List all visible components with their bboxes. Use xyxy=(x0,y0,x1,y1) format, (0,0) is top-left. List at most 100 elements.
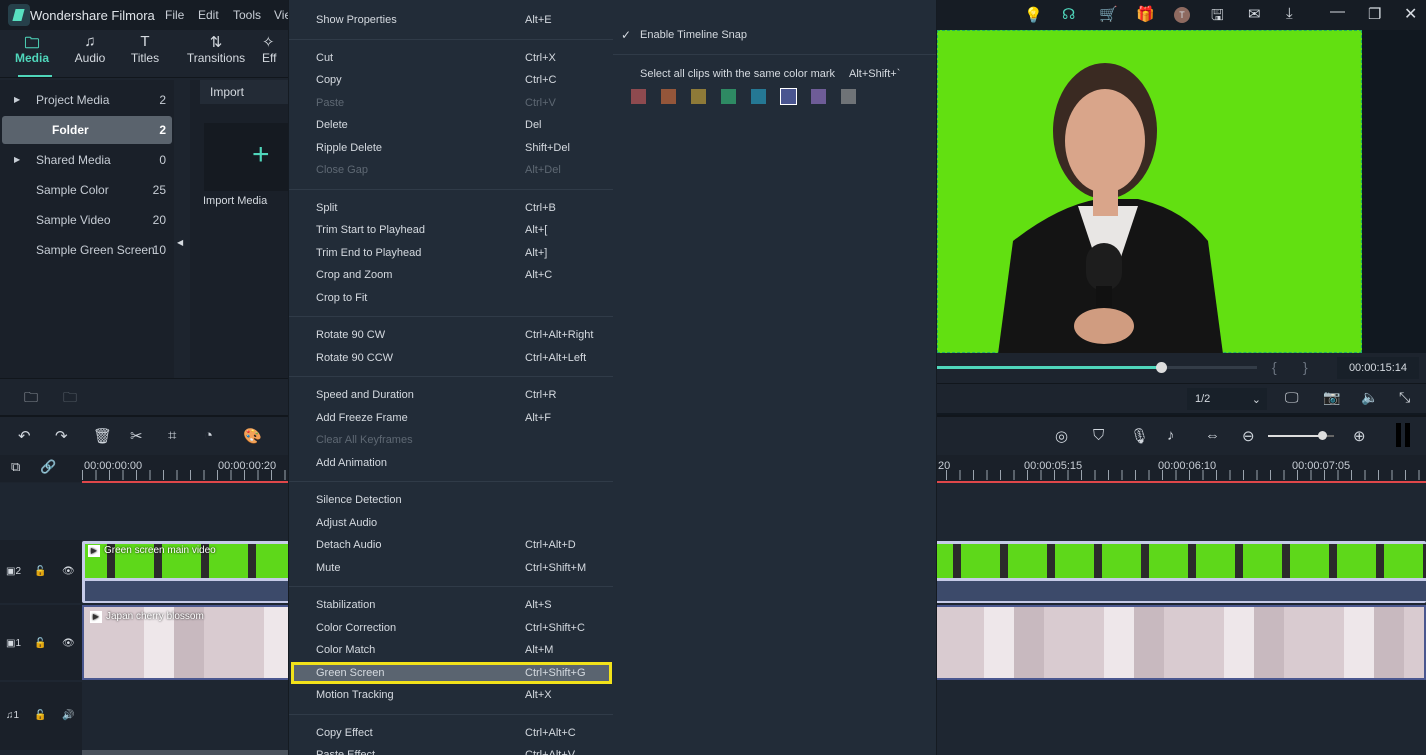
voiceover-list-icon[interactable]: ♪ xyxy=(1167,427,1175,444)
color-palette-icon[interactable]: 🎨 xyxy=(243,427,262,445)
fit-timeline-icon[interactable]: ⇔ xyxy=(1205,427,1220,444)
menu-item-delete[interactable]: Delete Del xyxy=(289,114,614,137)
sidebar-item-sample-green-screen[interactable]: Sample Green Screen 10 xyxy=(2,236,172,264)
pause-icon[interactable] xyxy=(1396,423,1410,447)
menu-item-silence-detection[interactable]: Silence Detection xyxy=(289,489,614,512)
headset-icon[interactable]: ☊ xyxy=(1062,5,1075,23)
menu-item-ripple-delete[interactable]: Ripple Delete Shift+Del xyxy=(289,137,614,160)
save-icon[interactable]: 🖫 xyxy=(1211,5,1224,30)
eye-icon[interactable]: 👁 xyxy=(62,566,75,577)
sidebar-item-sample-color[interactable]: Sample Color 25 xyxy=(2,176,172,204)
color-swatch[interactable] xyxy=(811,89,826,104)
crop-icon[interactable]: ⌗ xyxy=(168,427,176,444)
lightbulb-icon[interactable]: 💡 xyxy=(1024,6,1043,24)
menu-item-show-properties[interactable]: Show Properties Alt+E xyxy=(289,9,614,32)
playhead-handle[interactable] xyxy=(1156,362,1167,373)
menu-item-detach-audio[interactable]: Detach Audio Ctrl+Alt+D xyxy=(289,534,614,557)
restore-icon[interactable]: ❐ xyxy=(1368,5,1381,23)
download-icon[interactable]: ⤓ xyxy=(1286,5,1293,22)
tab-media[interactable]: 🗀 Media xyxy=(2,30,62,78)
menu-file[interactable]: File xyxy=(165,8,184,22)
menu-item-mute[interactable]: Mute Ctrl+Shift+M xyxy=(289,557,614,580)
menu-item-motion-tracking[interactable]: Motion Tracking Alt+X xyxy=(289,684,614,707)
menu-item-crop-to-fit[interactable]: Crop to Fit xyxy=(289,287,614,310)
sidebar-item-folder[interactable]: Folder 2 xyxy=(2,116,172,144)
menu-item-trim-start-to-playhead[interactable]: Trim Start to Playhead Alt+[ xyxy=(289,219,614,242)
volume-icon[interactable]: 🔈 xyxy=(1361,389,1378,406)
color-swatch[interactable] xyxy=(751,89,766,104)
marker-icon[interactable]: ⛉ xyxy=(1093,427,1104,444)
menu-tools[interactable]: Tools xyxy=(233,8,261,22)
menu-item-split[interactable]: Split Ctrl+B xyxy=(289,197,614,220)
speed-icon[interactable]: ◔ xyxy=(204,427,213,444)
cart-icon[interactable]: 🛒 xyxy=(1099,5,1118,23)
menu-item-add-freeze-frame[interactable]: Add Freeze Frame Alt+F xyxy=(289,407,614,430)
menu-item-speed-and-duration[interactable]: Speed and Duration Ctrl+R xyxy=(289,384,614,407)
add-track-icon[interactable]: ⧉ xyxy=(11,459,20,475)
color-swatch[interactable] xyxy=(721,89,736,104)
enable-timeline-snap[interactable]: Enable Timeline Snap xyxy=(640,29,747,41)
menu-item-rotate-90-cw[interactable]: Rotate 90 CW Ctrl+Alt+Right xyxy=(289,324,614,347)
menu-item-crop-and-zoom[interactable]: Crop and Zoom Alt+C xyxy=(289,264,614,287)
render-icon[interactable]: ◎ xyxy=(1055,427,1068,445)
menu-item-adjust-audio[interactable]: Adjust Audio xyxy=(289,512,614,535)
microphone-icon[interactable]: 🎙 xyxy=(1130,427,1149,445)
menu-item-copy-effect[interactable]: Copy Effect Ctrl+Alt+C xyxy=(289,722,614,745)
redo-icon[interactable]: ↷ xyxy=(55,427,68,445)
sidebar-item-sample-video[interactable]: Sample Video 20 xyxy=(2,206,172,234)
tab-audio[interactable]: ♫ Audio xyxy=(60,30,120,78)
menu-item-paste[interactable]: Paste Ctrl+V xyxy=(289,92,614,115)
menu-item-stabilization[interactable]: Stabilization Alt+S xyxy=(289,594,614,617)
link-icon[interactable]: 🔗 xyxy=(40,459,56,475)
display-icon[interactable]: 🖵 xyxy=(1285,389,1299,406)
sidebar-item-project-media[interactable]: ▶ Project Media 2 xyxy=(2,86,172,114)
lock-icon[interactable]: 🔓 xyxy=(34,710,46,721)
menu-item-green-screen[interactable]: Green Screen Ctrl+Shift+G xyxy=(291,661,612,684)
delete-icon[interactable]: 🗑 xyxy=(93,427,112,445)
menu-item-cut[interactable]: Cut Ctrl+X xyxy=(289,47,614,70)
speaker-icon[interactable]: 🔊 xyxy=(62,710,74,721)
new-folder-icon[interactable]: 🗀 xyxy=(24,387,38,411)
timeline-scrollbar[interactable] xyxy=(82,750,292,755)
camera-icon[interactable]: 📷 xyxy=(1323,389,1340,406)
gift-icon[interactable]: 🎁 xyxy=(1136,5,1155,23)
menu-item-copy[interactable]: Copy Ctrl+C xyxy=(289,69,614,92)
import-dropdown[interactable]: Import xyxy=(200,80,292,104)
lock-icon[interactable]: 🔓 xyxy=(34,566,46,577)
menu-item-color-correction[interactable]: Color Correction Ctrl+Shift+C xyxy=(289,617,614,640)
tab-titles[interactable]: T Titles xyxy=(115,30,175,78)
sidebar-item-shared-media[interactable]: ▶ Shared Media 0 xyxy=(2,146,172,174)
color-swatch[interactable] xyxy=(841,89,856,104)
expand-icon[interactable]: ▶ xyxy=(14,146,20,174)
menu-item-add-animation[interactable]: Add Animation xyxy=(289,452,614,475)
scissors-icon[interactable]: ✂ xyxy=(130,427,143,445)
collapse-sidebar-icon[interactable]: ◀ xyxy=(177,238,183,247)
color-swatch[interactable] xyxy=(631,89,646,104)
zoom-out-icon[interactable]: ⊖ xyxy=(1242,427,1255,445)
menu-item-rotate-90-ccw[interactable]: Rotate 90 CCW Ctrl+Alt+Left xyxy=(289,347,614,370)
mark-out-icon[interactable]: } xyxy=(1303,359,1308,375)
import-media-tile[interactable] xyxy=(204,123,294,191)
expand-icon[interactable]: ▶ xyxy=(14,86,20,114)
avatar[interactable]: T xyxy=(1174,7,1190,23)
tab-transitions[interactable]: ⇅ Transitions xyxy=(180,30,252,78)
zoom-slider-handle[interactable] xyxy=(1318,431,1328,440)
folder-icon[interactable]: 🗀 xyxy=(63,387,77,411)
menu-item-close-gap[interactable]: Close Gap Alt+Del xyxy=(289,159,614,182)
menu-item-paste-effect[interactable]: Paste Effect Ctrl+Alt+V xyxy=(289,744,614,755)
mark-in-icon[interactable]: { xyxy=(1272,359,1277,375)
color-swatch[interactable] xyxy=(780,88,797,105)
zoom-in-icon[interactable]: ⊕ xyxy=(1353,427,1366,445)
eye-icon[interactable]: 👁 xyxy=(62,638,75,649)
menu-item-color-match[interactable]: Color Match Alt+M xyxy=(289,639,614,662)
preview-video[interactable] xyxy=(937,30,1362,354)
color-swatch[interactable] xyxy=(691,89,706,104)
color-swatch[interactable] xyxy=(661,89,676,104)
menu-item-clear-all-keyframes[interactable]: Clear All Keyframes xyxy=(289,429,614,452)
minimize-icon[interactable]: — xyxy=(1330,3,1345,20)
menu-item-trim-end-to-playhead[interactable]: Trim End to Playhead Alt+] xyxy=(289,242,614,265)
close-icon[interactable]: ✕ xyxy=(1404,4,1417,24)
quality-dropdown[interactable]: 1/2 ⌄ xyxy=(1187,388,1267,410)
menu-edit[interactable]: Edit xyxy=(198,8,219,22)
lock-icon[interactable]: 🔓 xyxy=(34,638,46,649)
